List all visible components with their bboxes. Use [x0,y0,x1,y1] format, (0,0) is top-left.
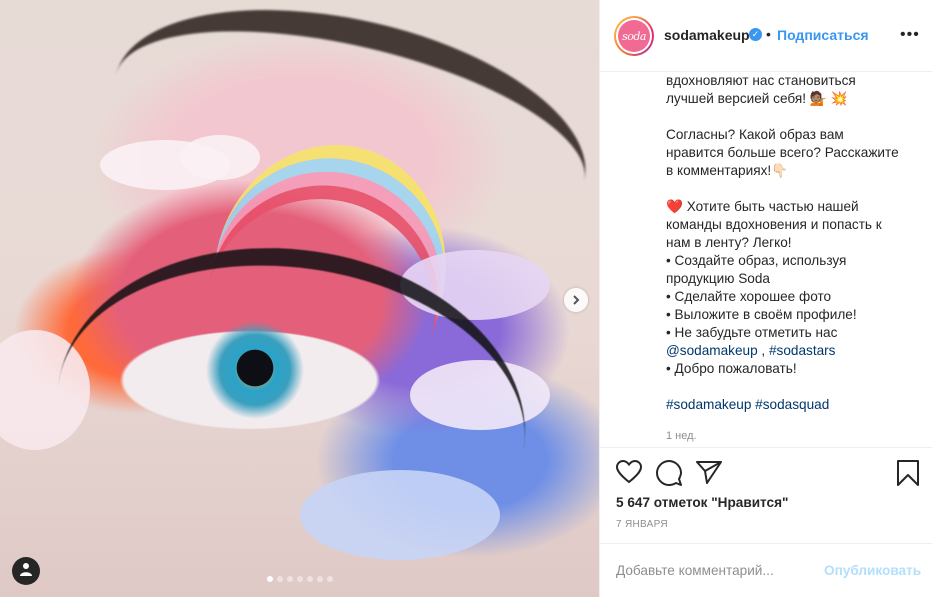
username-link[interactable]: sodamakeup [664,27,750,43]
verified-badge-icon: ✓ [749,28,762,41]
mention-link[interactable]: @sodamakeup [666,343,758,358]
hashtags-link[interactable]: #sodamakeup #sodasquad [666,396,922,414]
caption-line: продукцию Soda [666,271,770,286]
caption-line: • Создайте образ, используя [666,253,847,268]
comment-bar: Опубликовать [600,543,932,597]
follow-button[interactable]: Подписаться [777,27,869,43]
caption-line: • Добро пожаловать! [666,361,797,376]
post-header: soda sodamakeup ✓ • Подписаться ••• [600,0,932,72]
comment-icon[interactable] [656,460,682,491]
next-slide-button[interactable] [564,288,588,312]
caption-line: в комментариях!👇🏻 [666,163,789,178]
likes-count[interactable]: 5 647 отметок "Нравится" [616,495,788,510]
bookmark-icon[interactable] [897,460,919,491]
caption-mentions-line: @sodamakeup , #sodastars [666,342,922,360]
caption-line: • Не забудьте отметить нас [666,325,838,340]
carousel-dot [276,576,283,582]
carousel-dot [266,576,273,582]
publish-comment-button[interactable]: Опубликовать [824,563,921,578]
post-date: 7 ЯНВАРЯ [616,519,668,530]
post-caption: вдохновляют нас становиться лучшей версие… [666,72,922,414]
caption-line: • Выложите в своём профиле! [666,307,857,322]
post-side-panel: soda sodamakeup ✓ • Подписаться ••• вдох… [599,0,932,597]
hashtag-link[interactable]: #sodastars [769,343,836,358]
separator-dot: • [766,26,771,42]
caption-line: нам в ленту? Легко! [666,235,792,250]
post-image[interactable] [0,0,599,597]
caption-line: ❤️ Хотите быть частью нашей [666,199,859,214]
paper-plane-icon[interactable] [696,460,722,489]
caption-line: • Сделайте хорошее фото [666,289,832,304]
post-time-ago[interactable]: 1 нед. [666,430,697,442]
cloud-decor [180,135,260,180]
carousel-dot [296,576,303,582]
carousel-dot [316,576,323,582]
caption-gap [666,378,922,396]
carousel-indicator [0,576,599,582]
caption-line: Согласны? Какой образ вам [666,127,844,142]
avatar[interactable]: soda [618,20,650,52]
caption-line: вдохновляют нас становиться [666,73,856,88]
caption-line: команды вдохновения и попасть к [666,217,882,232]
more-options-icon[interactable]: ••• [900,27,920,43]
carousel-dot [306,576,313,582]
caption-gap [666,108,922,126]
action-bar [600,447,932,497]
carousel-dot [286,576,293,582]
caption-line: нравится больше всего? Расскажите [666,145,899,160]
mention-separator: , [757,343,769,358]
carousel-dot [326,576,333,582]
chevron-right-icon [571,292,581,308]
heart-icon[interactable] [615,459,643,489]
caption-gap [666,180,922,198]
caption-line: лучшей версией себя! 💁🏽 💥 [666,91,848,106]
story-ring[interactable]: soda [614,16,654,56]
comment-input[interactable] [616,560,816,580]
